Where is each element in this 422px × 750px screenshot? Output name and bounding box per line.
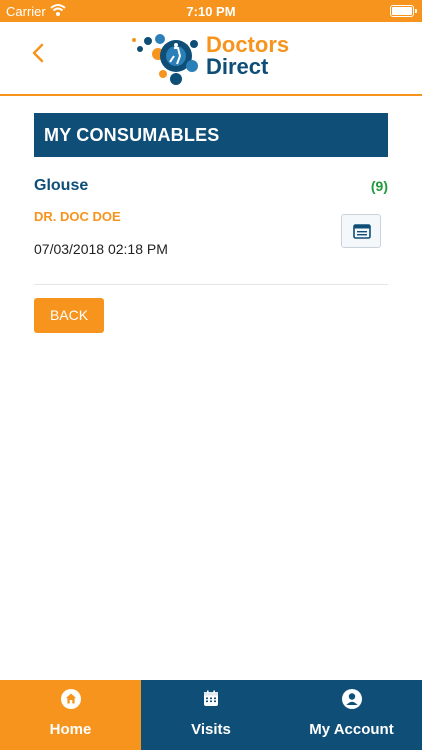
status-time: 7:10 PM [186, 4, 236, 19]
logo-text: Doctors Direct [206, 34, 289, 78]
calendar-icon [353, 224, 371, 239]
app-header: Doctors Direct [0, 22, 422, 96]
calendar-icon [204, 690, 218, 706]
logo-line-direct: Direct [206, 54, 269, 79]
status-bar: Carrier 7:10 PM [0, 0, 422, 22]
tab-visits[interactable]: Visits [141, 680, 281, 750]
logo-mark-icon [132, 34, 198, 85]
back-button[interactable]: BACK [34, 298, 104, 333]
logo-line-doctors: Doctors [206, 32, 290, 57]
calendar-button[interactable] [341, 214, 381, 248]
divider [34, 284, 388, 285]
tab-my-account[interactable]: My Account [281, 680, 422, 750]
consumable-name: Glouse [34, 177, 89, 194]
doctor-name: DR. DOC DOE [34, 209, 121, 224]
home-icon [60, 689, 81, 709]
consumable-count: (9) [370, 178, 388, 194]
page-title: MY CONSUMABLES [34, 113, 388, 157]
battery-icon [390, 5, 417, 17]
tab-home[interactable]: Home [0, 680, 141, 750]
back-chevron-icon[interactable] [26, 40, 52, 66]
tab-bar: Home Visits My Account [0, 680, 422, 750]
user-icon [341, 689, 362, 709]
tab-my-account-label: My Account [309, 721, 394, 738]
consumable-datetime: 07/03/2018 02:18 PM [34, 241, 168, 257]
tab-home-label: Home [49, 721, 92, 738]
tab-visits-label: Visits [191, 721, 231, 738]
doctors-direct-logo: Doctors Direct [130, 32, 300, 88]
